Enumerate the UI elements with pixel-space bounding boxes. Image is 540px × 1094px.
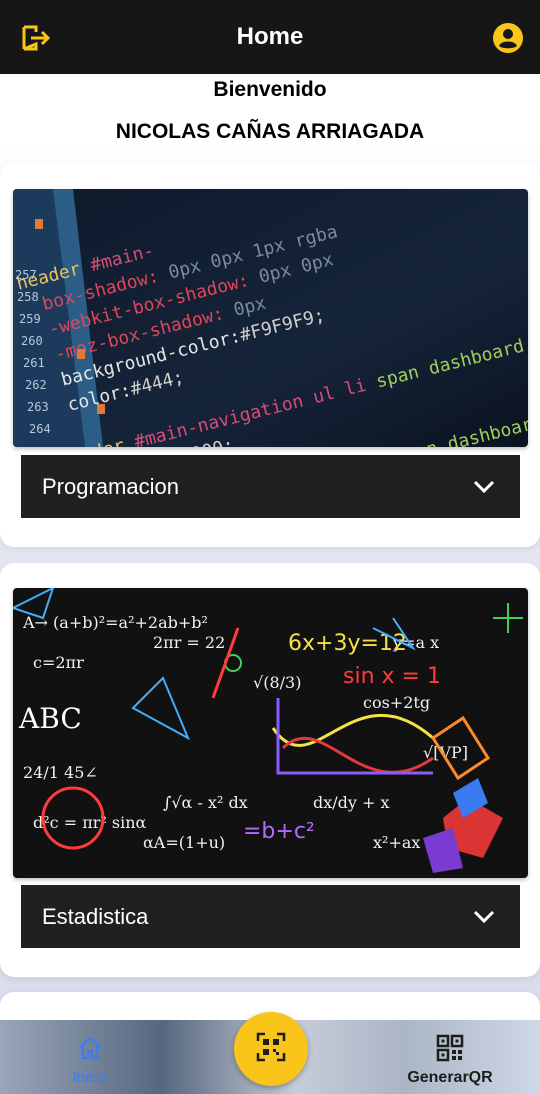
svg-text:x²+ax: x²+ax xyxy=(373,833,420,852)
chevron-down-icon xyxy=(472,905,496,929)
scan-qr-button[interactable] xyxy=(234,1012,308,1086)
home-content[interactable]: Bienvenido NICOLAS CAÑAS ARRIAGADA heade… xyxy=(0,74,540,1020)
nav-generate-qr-button[interactable]: GenerarQR xyxy=(400,1034,500,1087)
accordion-estadistica[interactable]: Estadistica xyxy=(21,885,520,948)
accordion-programacion[interactable]: Programacion xyxy=(21,455,520,518)
nav-home-label: Inicio xyxy=(72,1069,108,1086)
svg-text:257: 257 xyxy=(15,268,37,282)
subject-label: Programacion xyxy=(42,473,179,499)
subject-card-programacion: header #main- box-shadow: 0px 0px 1px rg… xyxy=(0,163,540,547)
svg-text:264: 264 xyxy=(29,422,51,436)
svg-text:sin x = 1: sin x = 1 xyxy=(343,664,441,689)
chevron-down-icon xyxy=(472,475,496,499)
user-name: NICOLAS CAÑAS ARRIAGADA xyxy=(115,120,425,143)
home-icon xyxy=(76,1036,104,1066)
welcome-text: Bienvenido xyxy=(213,78,327,101)
svg-text:263: 263 xyxy=(27,400,49,414)
svg-text:dx/dy + x: dx/dy + x xyxy=(313,793,390,812)
qr-code-icon xyxy=(436,1034,464,1066)
svg-text:A→ (a+b)²=a²+2ab+b²: A→ (a+b)²=a²+2ab+b² xyxy=(22,613,208,632)
logout-icon[interactable] xyxy=(20,22,52,54)
svg-text:∫√α - x² dx: ∫√α - x² dx xyxy=(163,793,248,812)
svg-text:260: 260 xyxy=(21,334,43,348)
svg-text:6x+3y=12: 6x+3y=12 xyxy=(288,631,407,656)
svg-text:=b+c²: =b+c² xyxy=(243,819,315,844)
account-circle-icon[interactable] xyxy=(492,22,524,54)
svg-text:262: 262 xyxy=(25,378,47,392)
svg-text:24/1 45∠: 24/1 45∠ xyxy=(23,763,98,782)
svg-text:259: 259 xyxy=(19,312,41,326)
svg-text:cos+2tg: cos+2tg xyxy=(363,693,430,712)
svg-text:d²c = πr² sinα: d²c = πr² sinα xyxy=(33,813,146,832)
subject-card-estadistica: A→ (a+b)²=a²+2ab+b² c=2πr ABC 24/1 45∠ d… xyxy=(0,563,540,977)
subject-image-estadistica: A→ (a+b)²=a²+2ab+b² c=2πr ABC 24/1 45∠ d… xyxy=(13,588,528,878)
subject-image-programacion: header #main- box-shadow: 0px 0px 1px rg… xyxy=(13,189,528,447)
nav-home-button[interactable]: Inicio xyxy=(60,1034,120,1086)
svg-text:c=2πr: c=2πr xyxy=(33,653,84,672)
app-header: Home xyxy=(0,0,540,74)
nav-generate-qr-label: GenerarQR xyxy=(407,1069,493,1086)
svg-text:2πr = 22: 2πr = 22 xyxy=(153,633,225,652)
qr-scan-icon xyxy=(256,1032,286,1067)
svg-text:αA=(1+u): αA=(1+u) xyxy=(143,833,225,852)
svg-text:261: 261 xyxy=(23,356,45,370)
subject-label: Estadistica xyxy=(42,903,149,929)
svg-text:√(8/3): √(8/3) xyxy=(253,673,301,692)
svg-text:ABC: ABC xyxy=(18,702,82,735)
page-title: Home xyxy=(236,23,304,50)
svg-text:258: 258 xyxy=(17,290,39,304)
